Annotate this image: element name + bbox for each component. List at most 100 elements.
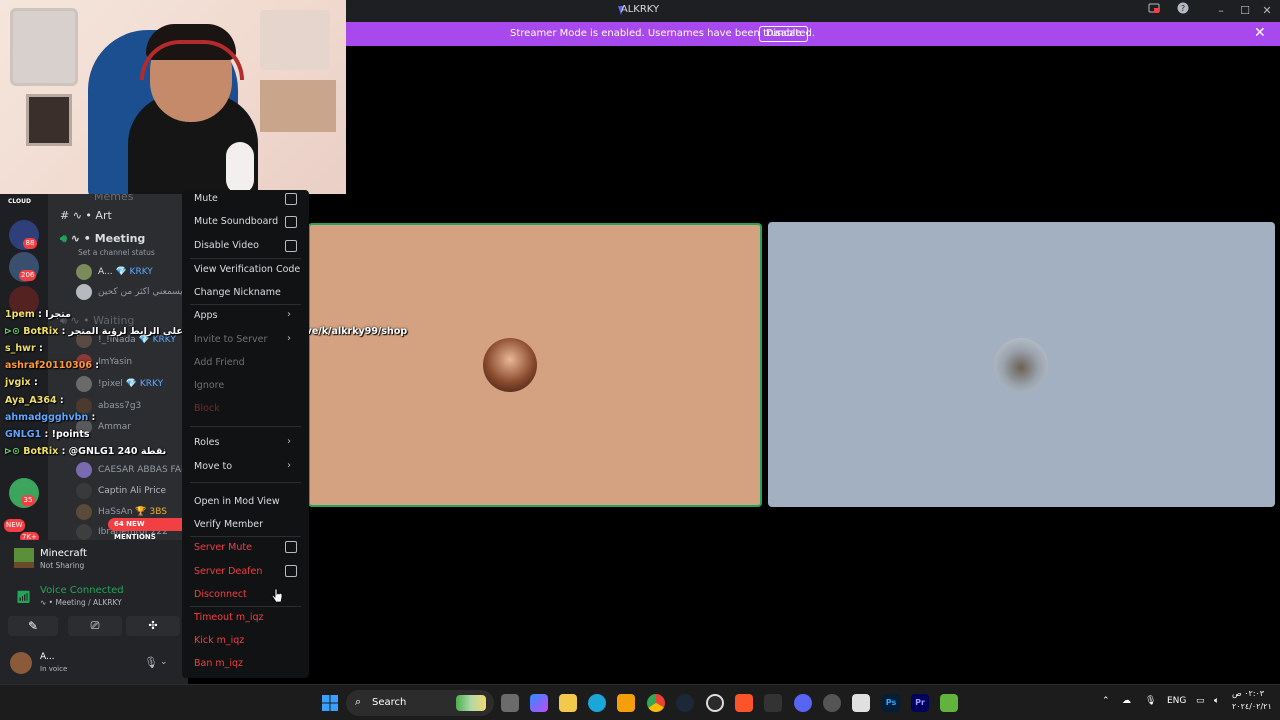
search-icon: ⌕ bbox=[355, 695, 362, 708]
microphone-icon[interactable]: 🎙︎ bbox=[144, 656, 158, 669]
cloud-label: CLOUD bbox=[8, 198, 31, 205]
menu-item-invite-to-server[interactable]: Invite to Server bbox=[194, 334, 267, 345]
cloud-icon[interactable]: ☁ bbox=[1122, 696, 1131, 706]
chat-message: Aya_A364 : bbox=[5, 395, 64, 406]
chat-message: 1pem : متجرا bbox=[5, 309, 71, 320]
edge-icon[interactable] bbox=[588, 694, 606, 712]
chevron-up-icon[interactable]: ⌃ bbox=[1102, 696, 1110, 706]
maximize-icon[interactable]: ☐ bbox=[1236, 2, 1254, 20]
channel-status[interactable]: Set a channel status bbox=[78, 248, 155, 257]
server-badge: 35 bbox=[21, 495, 35, 506]
avatar bbox=[76, 376, 92, 392]
new-mentions-pill[interactable]: 64 NEW MENTIONS bbox=[108, 518, 188, 541]
menu-item-move-to[interactable]: Move to bbox=[194, 461, 232, 472]
capcut-icon[interactable] bbox=[764, 694, 782, 712]
voice-location[interactable]: ∿ • Meeting / ALKRKY bbox=[40, 598, 122, 607]
server-mute-checkbox[interactable] bbox=[285, 541, 297, 553]
minecraft-taskbar-icon[interactable] bbox=[940, 694, 958, 712]
taskbar: ⌕ Search Ps Pr ⌃ ☁ 🎙︎ ENG ▭ 🔈︎ ٠٢:٠٣ ص ٢… bbox=[0, 684, 1280, 720]
server-deafen-checkbox[interactable] bbox=[285, 565, 297, 577]
menu-item-server-deafen[interactable]: Server Deafen bbox=[194, 566, 262, 577]
menu-divider bbox=[190, 606, 301, 607]
menu-item-apps[interactable]: Apps bbox=[194, 310, 218, 321]
clock-time[interactable]: ٠٢:٠٣ ص bbox=[1232, 689, 1264, 698]
steam-icon[interactable] bbox=[676, 694, 694, 712]
menu-item-mute[interactable]: Mute bbox=[194, 193, 218, 204]
obs-icon[interactable] bbox=[823, 694, 841, 712]
store-icon[interactable] bbox=[617, 694, 635, 712]
brave-icon[interactable] bbox=[735, 694, 753, 712]
photoshop-icon[interactable]: Ps bbox=[882, 694, 900, 712]
toggle-camera-button[interactable]: ✎ bbox=[8, 616, 58, 636]
file-explorer-icon[interactable] bbox=[559, 694, 577, 712]
snipping-tool-icon[interactable] bbox=[852, 694, 870, 712]
activities-button[interactable]: ✣ bbox=[126, 616, 180, 636]
menu-item-view-verification-code[interactable]: View Verification Code bbox=[194, 264, 300, 275]
user-name[interactable]: A... bbox=[40, 652, 55, 662]
share-screen-button[interactable]: ⎚ bbox=[68, 616, 122, 636]
menu-item-server-mute[interactable]: Server Mute bbox=[194, 542, 252, 553]
voice-tile[interactable] bbox=[768, 222, 1275, 507]
activity-status: Not Sharing bbox=[40, 561, 85, 570]
menu-item-roles[interactable]: Roles bbox=[194, 437, 219, 448]
copilot-icon[interactable] bbox=[530, 694, 548, 712]
menu-item-ignore[interactable]: Ignore bbox=[194, 380, 224, 391]
menu-item-add-friend[interactable]: Add Friend bbox=[194, 357, 245, 368]
voice-connected-label[interactable]: Voice Connected bbox=[40, 585, 124, 596]
menu-item-block[interactable]: Block bbox=[194, 403, 220, 414]
chat-message: ashraf20110306 : bbox=[5, 360, 100, 371]
menu-item-timeout[interactable]: Timeout m_iqz bbox=[194, 612, 264, 623]
display-icon[interactable]: ▭ bbox=[1196, 696, 1205, 706]
menu-item-verify-member[interactable]: Verify Member bbox=[194, 519, 263, 530]
avatar bbox=[76, 483, 92, 499]
menu-item-disconnect[interactable]: Disconnect bbox=[194, 589, 247, 600]
avatar bbox=[76, 462, 92, 478]
discord-icon[interactable] bbox=[794, 694, 812, 712]
help-icon[interactable]: ? bbox=[1174, 2, 1192, 20]
volume-icon[interactable]: 🔈︎ bbox=[1214, 696, 1219, 706]
close-window-icon[interactable]: ✕ bbox=[1258, 2, 1276, 20]
settings-gear-icon[interactable] bbox=[706, 694, 724, 712]
microphone-tray-icon[interactable]: 🎙︎ bbox=[1145, 696, 1156, 706]
language-indicator[interactable]: ENG bbox=[1167, 696, 1186, 706]
premiere-icon[interactable]: Pr bbox=[911, 694, 929, 712]
channel-meeting[interactable]: 🔊︎ ∿ • Meeting bbox=[60, 232, 145, 246]
sound-wave-icon: ∿ • bbox=[40, 598, 56, 607]
mute-checkbox[interactable] bbox=[285, 193, 297, 205]
activities-icon: ✣ bbox=[148, 619, 158, 632]
disable-streamer-mode-button[interactable]: Disable bbox=[759, 26, 809, 42]
chevron-down-icon[interactable]: ⌄ bbox=[160, 657, 168, 667]
menu-item-change-nickname[interactable]: Change Nickname bbox=[194, 287, 281, 298]
menu-item-disable-video[interactable]: Disable Video bbox=[194, 240, 259, 251]
search-highlight-icon bbox=[456, 695, 486, 711]
chrome-icon[interactable] bbox=[647, 694, 665, 712]
disable-video-checkbox[interactable] bbox=[285, 240, 297, 252]
chat-message: s_hwr : bbox=[5, 343, 43, 354]
chevron-right-icon: › bbox=[287, 333, 291, 344]
taskbar-search[interactable]: ⌕ Search bbox=[346, 690, 494, 716]
avatar bbox=[76, 524, 92, 540]
shelf-item bbox=[260, 10, 330, 70]
close-icon[interactable]: ✕ bbox=[1254, 25, 1266, 41]
wall-frame bbox=[26, 94, 72, 146]
voice-tile-speaking[interactable] bbox=[308, 223, 762, 507]
minimize-icon[interactable]: – bbox=[1212, 2, 1230, 20]
channel-separator: ∿ • bbox=[70, 232, 95, 245]
new-badge: NEW bbox=[4, 519, 25, 532]
user-context-menu: Mute Mute Soundboard Disable Video View … bbox=[182, 190, 309, 678]
menu-item-kick[interactable]: Kick m_iqz bbox=[194, 635, 244, 646]
channel-art[interactable]: # ∿ • Art bbox=[60, 209, 112, 222]
mute-soundboard-checkbox[interactable] bbox=[285, 216, 297, 228]
menu-item-mute-soundboard[interactable]: Mute Soundboard bbox=[194, 216, 278, 227]
menu-item-ban[interactable]: Ban m_iqz bbox=[194, 658, 243, 669]
windows-start-icon[interactable] bbox=[322, 695, 338, 711]
avatar[interactable] bbox=[10, 652, 32, 674]
menu-item-open-mod-view[interactable]: Open in Mod View bbox=[194, 496, 280, 507]
menu-divider bbox=[190, 482, 301, 483]
chat-message: jvgix : bbox=[5, 377, 38, 388]
task-view-icon[interactable] bbox=[501, 694, 519, 712]
user-panel: Minecraft Not Sharing 📶︎ Voice Connected… bbox=[0, 540, 188, 684]
clock-date[interactable]: ٢٠٢٤/٠٢/٢١ bbox=[1232, 702, 1272, 711]
signal-icon[interactable]: 📶︎ bbox=[16, 590, 31, 604]
inbox-icon[interactable] bbox=[1145, 2, 1163, 20]
